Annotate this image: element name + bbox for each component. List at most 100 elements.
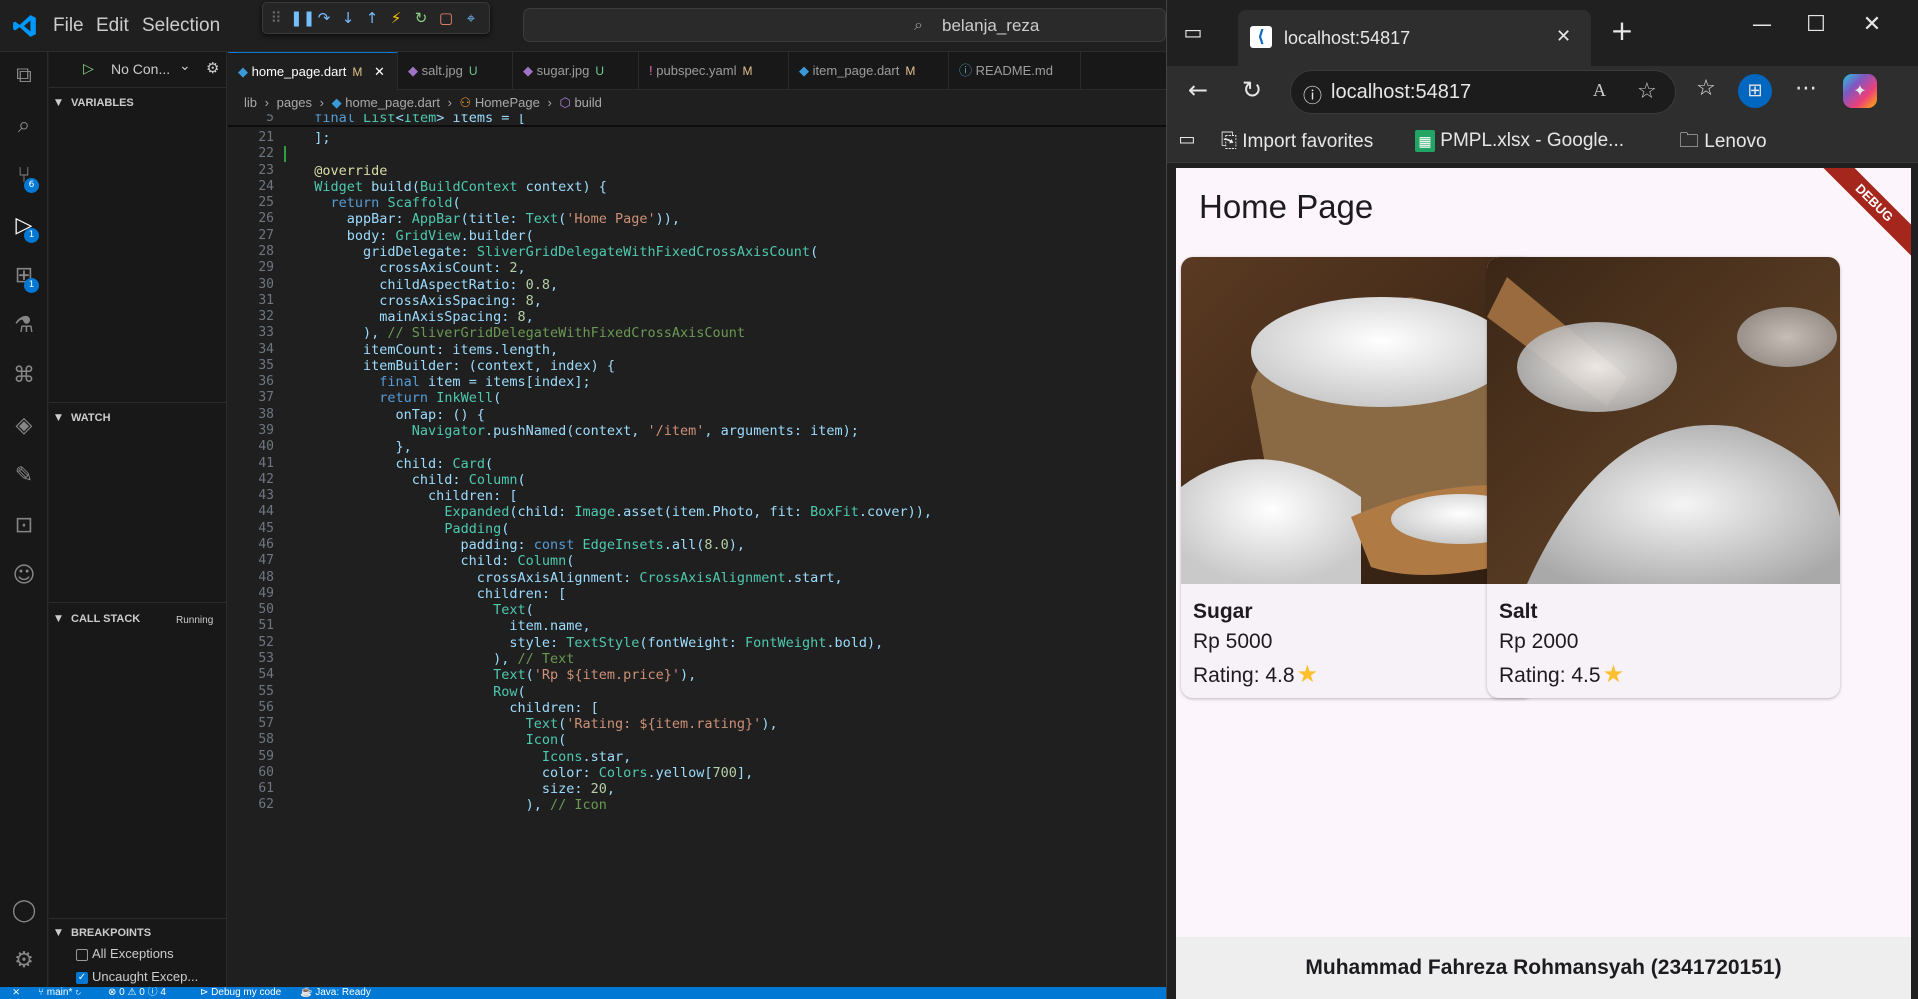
read-aloud-icon[interactable]: A	[1593, 80, 1606, 101]
problems-indicator[interactable]: ⊗ 0 ⚠ 0 ⓘ 4	[108, 987, 166, 999]
search-icon: ⌕	[914, 15, 923, 34]
address-bar[interactable]: ⓘ localhost:54817 A ☆	[1290, 70, 1676, 114]
watch-header[interactable]: WATCH	[71, 412, 111, 424]
step-out-icon[interactable]: ↑	[363, 9, 381, 27]
code-line: Text(	[493, 602, 534, 619]
breadcrumb-item[interactable]: HomePage	[475, 95, 540, 110]
debug-config-select[interactable]: No Con...	[111, 61, 170, 77]
call-stack-status: Running	[176, 615, 214, 626]
site-info-icon[interactable]: ⓘ	[1303, 81, 1322, 108]
tab-pubspec-yaml[interactable]: ! pubspec.yaml M	[639, 52, 789, 90]
tab-home-page-dart[interactable]: ◆ home_page.dart M ✕	[228, 52, 398, 90]
branch-indicator[interactable]: ⑂ main* ↻	[38, 987, 81, 999]
url-text[interactable]: localhost:54817	[1331, 81, 1471, 104]
step-over-icon[interactable]: ↷	[315, 9, 333, 27]
branch-name: main*	[46, 987, 73, 998]
breadcrumb-item[interactable]: lib	[244, 95, 257, 110]
breadcrumb-item[interactable]: pages	[277, 95, 312, 110]
code-line: Expanded(child: Image.asset(item.Photo, …	[444, 504, 933, 521]
drag-handle-icon[interactable]: ⠿	[267, 9, 285, 27]
checkbox[interactable]	[76, 948, 88, 961]
item-card-sugar[interactable]: Sugar Rp 5000 Rating: 4.8★	[1181, 257, 1534, 698]
step-into-icon[interactable]: ↓	[339, 9, 357, 27]
browser-tab[interactable]: ⟨ localhost:54817 ✕	[1238, 10, 1591, 66]
debug-status[interactable]: ⊳ Debug my code	[200, 987, 281, 999]
close-window-icon[interactable]: ✕	[1857, 12, 1887, 37]
windows-icon[interactable]: ⊞	[1738, 74, 1772, 108]
chevron-down-icon[interactable]: ▼	[55, 98, 62, 108]
search-view-icon[interactable]: ⌕	[10, 112, 38, 140]
tab-readme-md[interactable]: ⓘ README.md	[949, 52, 1081, 90]
edit-icon[interactable]: ✎	[10, 462, 38, 490]
maximize-icon[interactable]: ☐	[1801, 12, 1831, 37]
remote-explorer-icon[interactable]: ⊡	[10, 512, 38, 540]
breakpoint-uncaught-exceptions[interactable]: ✓ Uncaught Excep...	[76, 969, 198, 984]
favorite-lenovo[interactable]: 🗀 Lenovo	[1679, 119, 1767, 163]
new-tab-icon[interactable]: +	[1607, 14, 1637, 47]
favorite-star-icon[interactable]: ☆	[1637, 79, 1657, 104]
back-icon[interactable]: ←	[1183, 76, 1213, 104]
favorite-import[interactable]: ⎘ Import favorites	[1221, 119, 1373, 163]
breakpoint-label: All Exceptions	[92, 946, 174, 961]
command-center[interactable]: ⌕ belanja_reza	[523, 8, 1166, 42]
breadcrumb-item[interactable]: home_page.dart	[345, 95, 440, 110]
menu-edit[interactable]: Edit	[96, 15, 129, 37]
start-debug-icon[interactable]: ▷	[83, 61, 94, 77]
remote-icon[interactable]: ⨯	[12, 987, 20, 999]
favorites-bar: ▭ ⎘ Import favorites ▦ PMPL.xlsx - Googl…	[1167, 119, 1918, 163]
breadcrumb-item[interactable]: build	[574, 95, 601, 110]
menu-selection[interactable]: Selection	[142, 15, 220, 37]
code-editor[interactable]: 4class HomePage extends StatelessWidget …	[228, 114, 1166, 987]
chevron-down-icon[interactable]: ⌄	[179, 58, 191, 74]
variables-header[interactable]: VARIABLES	[71, 97, 134, 109]
python-icon[interactable]: ⌘	[10, 362, 38, 390]
yaml-file-icon: !	[649, 63, 653, 78]
devtools-icon[interactable]: ⌖	[462, 9, 480, 27]
favorite-pmpl[interactable]: ▦ PMPL.xlsx - Google...	[1415, 119, 1624, 163]
stop-icon[interactable]: ▢	[437, 9, 455, 27]
explorer-icon[interactable]: ⧉	[10, 62, 38, 90]
refresh-icon[interactable]: ↻	[1237, 76, 1267, 104]
menu-file[interactable]: File	[53, 15, 84, 37]
restart-icon[interactable]: ↻	[412, 9, 430, 27]
testing-icon[interactable]: ⚗	[10, 312, 38, 340]
copilot-icon[interactable]: ✦	[1843, 74, 1877, 108]
flutter-icon[interactable]: ◈	[10, 412, 38, 440]
tab-sync-icon[interactable]: ▭	[1175, 129, 1199, 150]
breakpoints-header[interactable]: BREAKPOINTS	[71, 927, 151, 939]
minimize-icon[interactable]: —	[1747, 12, 1777, 36]
code-line: color: Colors.yellow[700],	[298, 764, 754, 781]
editor-tabs: ◆ home_page.dart M ✕ ◆ salt.jpg U ◆ sugar.…	[228, 52, 1166, 90]
code-line: ), // Text	[298, 650, 575, 667]
tab-item-page-dart[interactable]: ◆ item_page.dart M	[789, 52, 949, 90]
copilot-icon[interactable]: ☺	[10, 562, 38, 590]
tab-salt-jpg[interactable]: ◆ salt.jpg U	[398, 52, 513, 90]
breakpoint-label: Uncaught Excep...	[92, 969, 199, 984]
call-stack-header[interactable]: CALL STACK	[71, 613, 140, 625]
close-icon[interactable]: ✕	[374, 64, 385, 79]
item-card-salt[interactable]: Salt Rp 2000 Rating: 4.5★	[1487, 257, 1840, 698]
tab-sugar-jpg[interactable]: ◆ sugar.jpg U	[513, 52, 639, 90]
tab-actions-icon[interactable]: ▭	[1181, 20, 1205, 44]
tab-status: U	[468, 64, 478, 78]
pause-icon[interactable]: ❚❚	[290, 9, 315, 27]
rating-text: Rating: 4.8	[1193, 664, 1295, 687]
chevron-down-icon[interactable]: ▼	[55, 928, 62, 938]
line-number: 50	[258, 602, 274, 618]
chevron-down-icon[interactable]: ▼	[55, 614, 62, 624]
breakpoint-all-exceptions[interactable]: All Exceptions	[76, 946, 174, 961]
java-status[interactable]: ☕ Java: Ready	[300, 987, 371, 999]
chevron-down-icon[interactable]: ▼	[55, 413, 62, 423]
account-icon[interactable]: ◯	[10, 897, 38, 925]
rating-text: Rating: 4.5	[1499, 664, 1601, 687]
settings-gear-icon[interactable]: ⚙	[10, 947, 38, 975]
line-number: 40	[258, 439, 274, 455]
flutter-favicon-icon: ⟨	[1250, 26, 1272, 48]
more-options-icon[interactable]: ⋯	[1791, 76, 1821, 101]
checkbox-checked[interactable]: ✓	[76, 971, 88, 984]
hot-reload-icon[interactable]: ⚡	[387, 9, 405, 27]
favorites-icon[interactable]: ☆	[1691, 76, 1721, 101]
line-number: 53	[258, 650, 274, 666]
close-tab-icon[interactable]: ✕	[1556, 26, 1571, 47]
debug-settings-icon[interactable]: ⚙	[206, 59, 219, 77]
